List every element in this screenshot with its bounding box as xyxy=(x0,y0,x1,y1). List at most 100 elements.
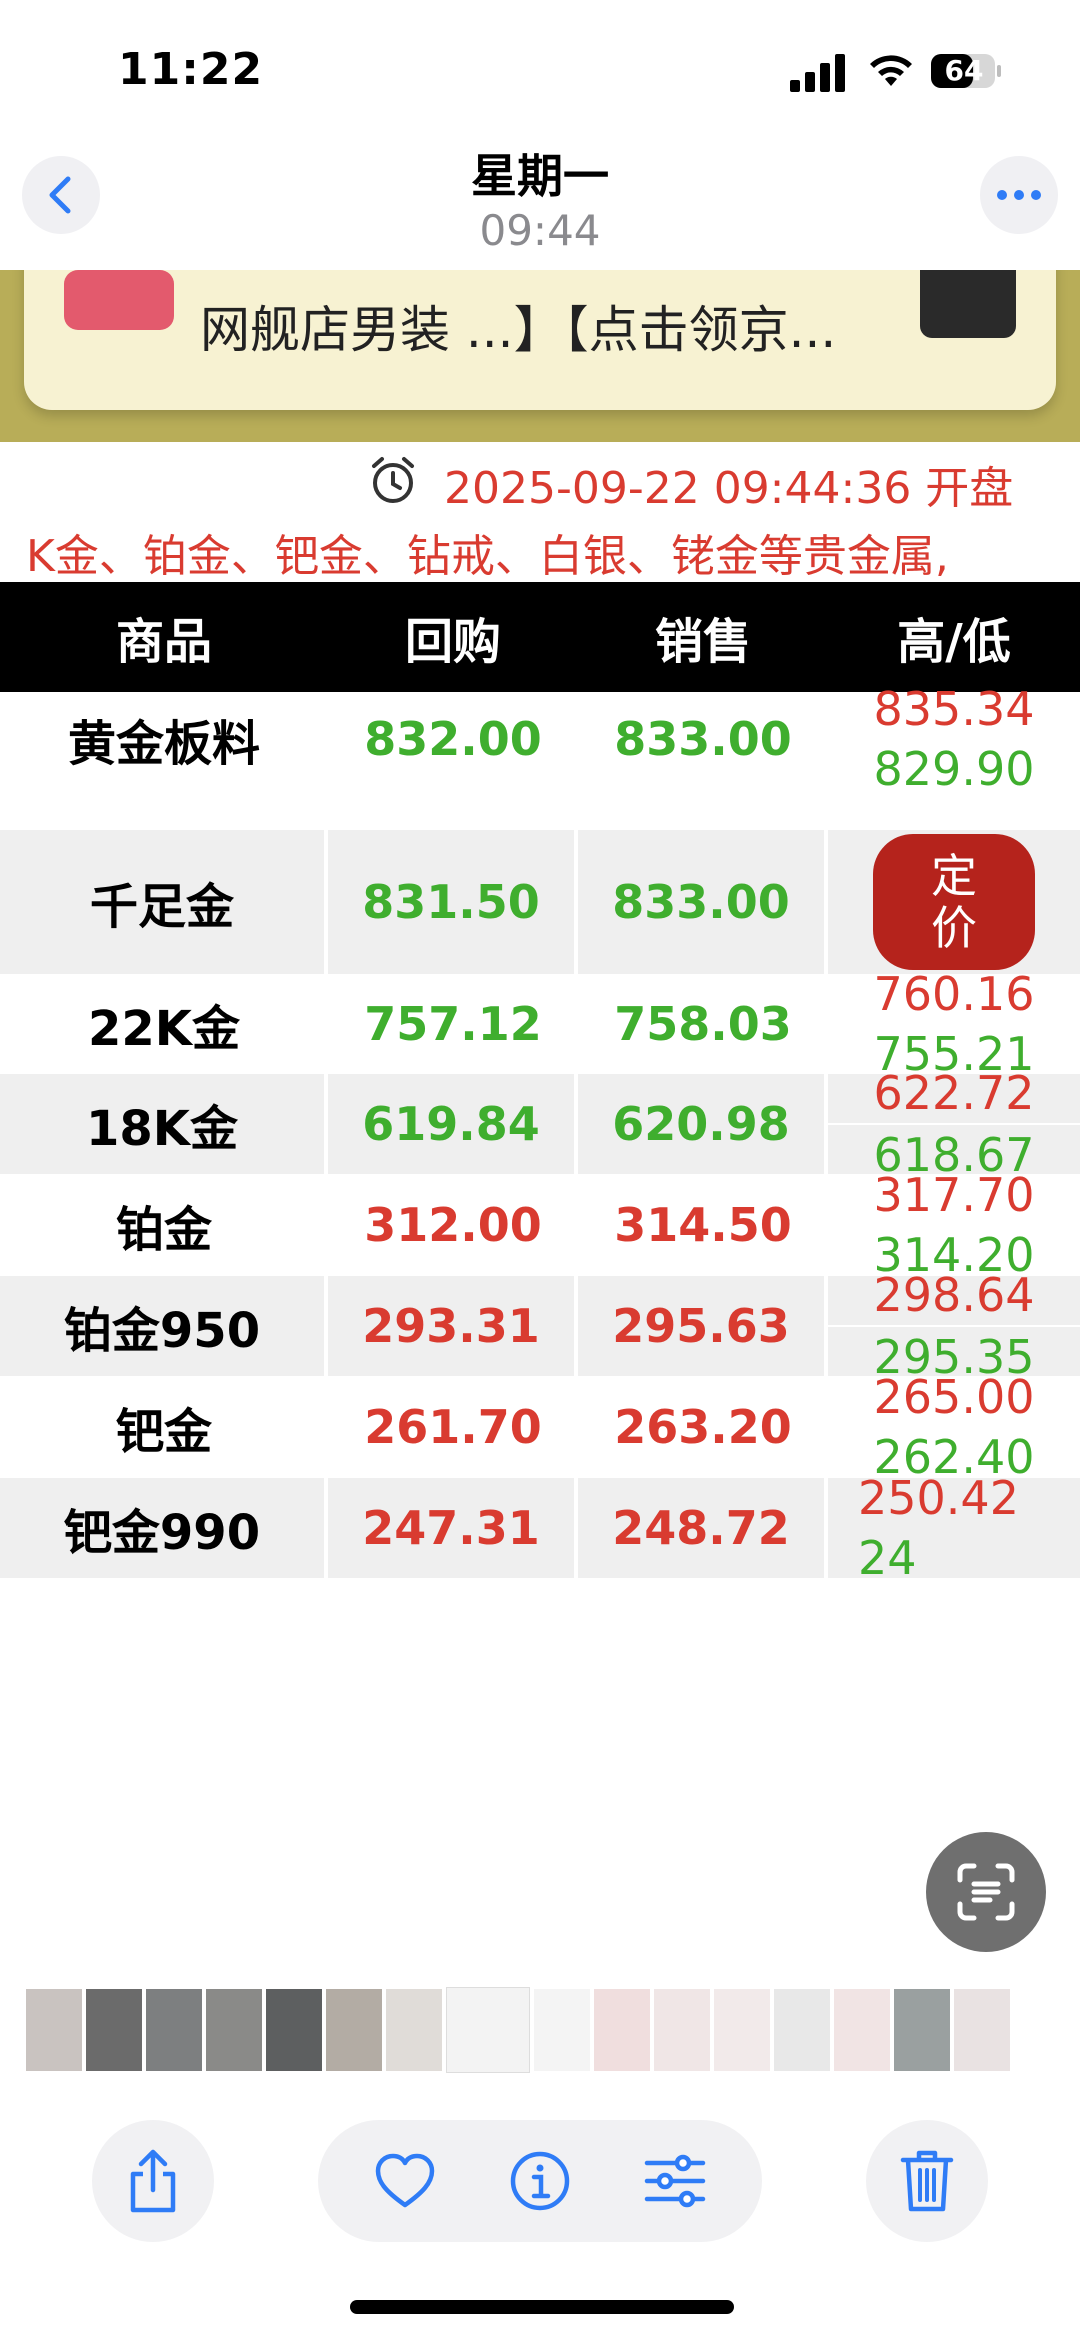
product-name: 18K金 xyxy=(0,1074,328,1174)
filmstrip-thumbnail[interactable] xyxy=(266,1989,322,2071)
adjust-button[interactable] xyxy=(643,2149,707,2213)
sell-price: 295.63 xyxy=(578,1276,828,1376)
buyback-price: 312.00 xyxy=(364,1198,542,1252)
heart-icon xyxy=(376,2153,435,2208)
bottom-toolbar xyxy=(0,2075,1080,2337)
header-buyback: 回购 xyxy=(404,614,501,670)
buyback-price: 261.70 xyxy=(364,1400,542,1454)
buyback-price: 619.84 xyxy=(328,1074,578,1174)
photo-filmstrip[interactable] xyxy=(0,1985,1080,2075)
share-button[interactable] xyxy=(92,2120,214,2242)
pricing-cell: 定 价 xyxy=(828,830,1080,974)
filmstrip-thumbnail[interactable] xyxy=(206,1989,262,2071)
high-low: 250.42 24 xyxy=(828,1471,1080,1585)
sell-price: 833.00 xyxy=(614,712,792,766)
scrolling-notice: K金、铂金、钯金、钻戒、白银、铑金等贵金属, xyxy=(26,531,949,582)
high-low: 835.34 829.90 xyxy=(828,682,1080,796)
home-indicator[interactable] xyxy=(350,2300,734,2314)
live-text-button[interactable] xyxy=(926,1832,1046,1952)
sell-price: 263.20 xyxy=(614,1400,792,1454)
low-price: 24 xyxy=(858,1531,917,1585)
table-row: 黄金板料 832.00 833.00 835.34 829.90 xyxy=(0,682,1080,796)
info-bar: 2025-09-22 09:44:36 开盘 K金、铂金、钯金、钻戒、白银、铑金… xyxy=(0,442,1080,582)
sell-price: 248.72 xyxy=(578,1478,828,1578)
info-button[interactable] xyxy=(508,2149,572,2213)
header-sell: 销售 xyxy=(654,614,751,670)
wifi-icon xyxy=(870,55,912,86)
low-price: 829.90 xyxy=(873,742,1035,796)
battery-level: 64 xyxy=(944,54,984,87)
sell-price: 758.03 xyxy=(614,997,792,1051)
product-name: 钯金 xyxy=(115,1404,212,1460)
filmstrip-thumbnail[interactable] xyxy=(654,1989,710,2071)
quote-datetime: 2025-09-22 09:44:36 开盘 xyxy=(444,463,1014,514)
table-row: 钯金 261.70 263.20 265.00 262.40 xyxy=(0,1370,1080,1484)
ellipsis-icon xyxy=(997,190,1041,200)
filmstrip-thumbnail[interactable] xyxy=(326,1989,382,2071)
high-low: 622.72 618.67 xyxy=(828,1066,1080,1182)
filmstrip-thumbnail[interactable] xyxy=(86,1989,142,2071)
filmstrip-thumbnail[interactable] xyxy=(26,1989,82,2071)
filmstrip-thumbnail[interactable] xyxy=(954,1989,1010,2071)
high-price: 298.64 xyxy=(873,1268,1035,1322)
table-row: 18K金 619.84 620.98 622.72 618.67 xyxy=(0,1066,1080,1182)
filmstrip-thumbnail[interactable] xyxy=(534,1989,590,2071)
header-high-low: 高/低 xyxy=(897,614,1011,670)
photo-actions-group xyxy=(318,2120,762,2242)
table-row: 千足金 831.50 833.00 定 价 xyxy=(0,830,1080,974)
high-low: 317.70 314.20 xyxy=(828,1168,1080,1282)
adjust-icon xyxy=(644,2154,705,2208)
photo-view[interactable]: 网舰店男装 ...】【点击领京... 2025-09-22 09:44:36 开… xyxy=(0,270,1080,1985)
set-price-button[interactable]: 定 价 xyxy=(873,834,1035,970)
sell-price: 620.98 xyxy=(578,1074,828,1174)
nav-header: 星期一 09:44 xyxy=(0,130,1080,270)
high-price: 265.00 xyxy=(873,1370,1035,1424)
buyback-price: 293.31 xyxy=(328,1276,578,1376)
high-low: 760.16 755.21 xyxy=(828,967,1080,1081)
table-row: 22K金 757.12 758.03 760.16 755.21 xyxy=(0,967,1080,1081)
more-button[interactable] xyxy=(980,156,1058,234)
buyback-price: 832.00 xyxy=(364,712,542,766)
page-subtitle: 09:44 xyxy=(479,206,601,255)
filmstrip-thumbnail[interactable] xyxy=(386,1989,442,2071)
high-price: 317.70 xyxy=(873,1168,1035,1222)
filmstrip-thumbnail[interactable] xyxy=(834,1989,890,2071)
product-name: 铂金950 xyxy=(0,1276,328,1376)
product-name: 钯金990 xyxy=(0,1478,328,1578)
table-row: 铂金 312.00 314.50 317.70 314.20 xyxy=(0,1168,1080,1282)
product-thumbnail xyxy=(920,270,1016,338)
page-title: 星期一 xyxy=(471,149,609,203)
delete-button[interactable] xyxy=(866,2120,988,2242)
filmstrip-thumbnail[interactable] xyxy=(894,1989,950,2071)
product-name: 22K金 xyxy=(88,1001,240,1057)
product-name: 黄金板料 xyxy=(67,716,260,772)
status-bar: 11:22 64 xyxy=(0,0,1080,130)
high-price: 760.16 xyxy=(873,967,1035,1021)
filmstrip-thumbnail[interactable] xyxy=(774,1989,830,2071)
product-name: 铂金 xyxy=(115,1202,212,1258)
shop-logo xyxy=(64,270,174,330)
live-text-icon xyxy=(957,1863,1015,1921)
favorite-button[interactable] xyxy=(373,2149,437,2213)
sell-price: 833.00 xyxy=(578,830,828,974)
info-icon xyxy=(510,2151,570,2211)
high-price: 835.34 xyxy=(873,682,1035,736)
table-header: 商品 回购 销售 高/低 xyxy=(0,582,1080,692)
high-low: 265.00 262.40 xyxy=(828,1370,1080,1484)
buyback-price: 247.31 xyxy=(328,1478,578,1578)
filmstrip-thumbnail-current[interactable] xyxy=(446,1987,530,2073)
table-row: 铂金950 293.31 295.63 298.64 295.35 xyxy=(0,1268,1080,1384)
filmstrip-thumbnail[interactable] xyxy=(714,1989,770,2071)
trash-icon xyxy=(900,2150,954,2212)
alarm-clock-icon xyxy=(372,457,414,503)
filmstrip-thumbnail[interactable] xyxy=(594,1989,650,2071)
ad-card: 网舰店男装 ...】【点击领京... xyxy=(24,270,1056,410)
header-product: 商品 xyxy=(115,614,212,670)
set-price-label-2: 价 xyxy=(931,901,977,955)
ad-text: 网舰店男装 ...】【点击领京... xyxy=(200,301,837,359)
product-name: 千足金 xyxy=(0,830,328,974)
ad-banner: 网舰店男装 ...】【点击领京... xyxy=(0,270,1080,442)
cellular-signal-icon xyxy=(790,54,845,92)
battery-icon: 64 xyxy=(930,52,1002,90)
filmstrip-thumbnail[interactable] xyxy=(146,1989,202,2071)
